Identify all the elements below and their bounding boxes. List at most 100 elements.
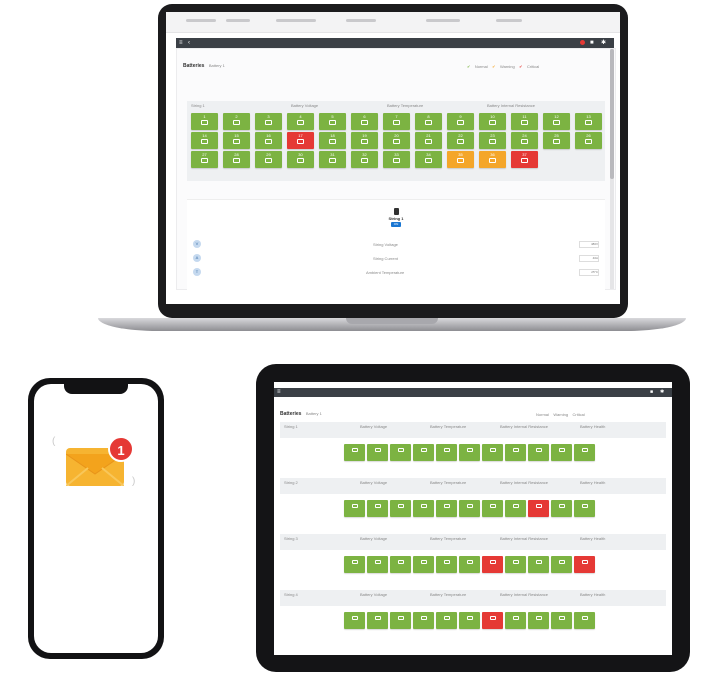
battery-cell[interactable]: 9	[447, 113, 474, 130]
battery-cell[interactable]: 4	[287, 113, 314, 130]
battery-cell[interactable]: 7	[383, 113, 410, 130]
battery-cell[interactable]: 36	[479, 151, 506, 168]
battery-cell[interactable]	[459, 500, 480, 517]
battery-cell[interactable]	[482, 612, 503, 629]
battery-icon	[351, 448, 358, 452]
battery-cell[interactable]: 27	[191, 151, 218, 168]
battery-icon	[397, 616, 404, 620]
battery-cell[interactable]: 11	[511, 113, 538, 130]
battery-cell[interactable]	[344, 444, 365, 461]
battery-cell[interactable]: 15	[223, 132, 250, 149]
battery-cell[interactable]: 31	[319, 151, 346, 168]
battery-cell[interactable]	[528, 612, 549, 629]
battery-cell[interactable]: 23	[479, 132, 506, 149]
battery-cell[interactable]	[505, 556, 526, 573]
scrollbar-thumb[interactable]	[610, 49, 614, 179]
battery-cell[interactable]	[413, 500, 434, 517]
battery-cell[interactable]	[459, 556, 480, 573]
battery-icon	[420, 448, 427, 452]
battery-cell[interactable]	[367, 612, 388, 629]
battery-cell[interactable]: 18	[319, 132, 346, 149]
battery-cell[interactable]	[413, 612, 434, 629]
battery-cell[interactable]	[574, 612, 595, 629]
notification-icon[interactable]: ■	[590, 40, 596, 46]
battery-cell[interactable]	[528, 556, 549, 573]
battery-cell[interactable]	[344, 500, 365, 517]
battery-icon	[558, 616, 565, 620]
battery-cell[interactable]	[482, 444, 503, 461]
detail-badge[interactable]: ON	[391, 222, 401, 227]
battery-cell[interactable]	[459, 612, 480, 629]
battery-cell[interactable]: 5	[319, 113, 346, 130]
battery-cell[interactable]: 33	[383, 151, 410, 168]
battery-cell[interactable]	[390, 556, 411, 573]
battery-cell[interactable]	[436, 612, 457, 629]
battery-cell[interactable]	[482, 556, 503, 573]
battery-cell[interactable]	[482, 500, 503, 517]
battery-cell[interactable]	[505, 444, 526, 461]
battery-cell[interactable]	[574, 556, 595, 573]
scrollbar[interactable]	[610, 49, 614, 289]
battery-cell[interactable]: 1	[191, 113, 218, 130]
battery-cell[interactable]: 16	[255, 132, 282, 149]
battery-cell[interactable]	[574, 444, 595, 461]
battery-cell[interactable]	[390, 500, 411, 517]
battery-cell[interactable]	[367, 444, 388, 461]
battery-cell[interactable]	[436, 556, 457, 573]
battery-cell[interactable]: 3	[255, 113, 282, 130]
battery-cell[interactable]: 34	[415, 151, 442, 168]
battery-cell[interactable]: 22	[447, 132, 474, 149]
battery-cell[interactable]: 26	[575, 132, 602, 149]
battery-cell[interactable]: 21	[415, 132, 442, 149]
settings-icon[interactable]: ✱	[601, 40, 607, 46]
battery-cell[interactable]	[574, 500, 595, 517]
battery-cell[interactable]: 2	[223, 113, 250, 130]
battery-cell[interactable]	[505, 500, 526, 517]
battery-cell[interactable]	[551, 444, 572, 461]
battery-cell[interactable]: 13	[575, 113, 602, 130]
battery-cell[interactable]	[390, 444, 411, 461]
battery-cell[interactable]	[551, 556, 572, 573]
battery-cell[interactable]	[390, 612, 411, 629]
battery-cell[interactable]: 25	[543, 132, 570, 149]
battery-cell[interactable]: 29	[255, 151, 282, 168]
menu-icon[interactable]: ≡	[277, 389, 281, 395]
battery-cell[interactable]	[413, 444, 434, 461]
tablet-screen: ≡ ■ ✱ Batteries Battery 1 Normal Warning…	[274, 382, 672, 655]
battery-cell[interactable]: 28	[223, 151, 250, 168]
battery-cell[interactable]	[436, 444, 457, 461]
battery-cell[interactable]	[344, 612, 365, 629]
battery-cell[interactable]: 14	[191, 132, 218, 149]
alert-dot-icon[interactable]	[580, 40, 585, 45]
battery-cell[interactable]: 19	[351, 132, 378, 149]
battery-cell[interactable]: 24	[511, 132, 538, 149]
battery-cell[interactable]	[551, 612, 572, 629]
battery-cell[interactable]: 30	[287, 151, 314, 168]
settings-icon[interactable]: ✱	[660, 389, 664, 395]
menu-icon[interactable]: ≡	[179, 40, 185, 46]
battery-cell[interactable]	[551, 500, 572, 517]
battery-cell[interactable]	[413, 556, 434, 573]
battery-icon	[201, 120, 208, 125]
battery-cell[interactable]: 35	[447, 151, 474, 168]
battery-cell[interactable]	[528, 444, 549, 461]
battery-cell[interactable]: 37	[511, 151, 538, 168]
battery-cell[interactable]: 20	[383, 132, 410, 149]
battery-cell[interactable]	[459, 444, 480, 461]
battery-cell[interactable]	[528, 500, 549, 517]
battery-cell[interactable]: 8	[415, 113, 442, 130]
notification-icon[interactable]: ■	[650, 389, 653, 395]
battery-cell[interactable]: 32	[351, 151, 378, 168]
battery-icon	[374, 616, 381, 620]
battery-cell[interactable]: 10	[479, 113, 506, 130]
back-icon[interactable]: ‹	[188, 40, 194, 46]
battery-cell[interactable]	[367, 556, 388, 573]
battery-cell[interactable]	[344, 556, 365, 573]
battery-cell[interactable]	[436, 500, 457, 517]
battery-cell[interactable]	[367, 500, 388, 517]
battery-cell[interactable]: 17	[287, 132, 314, 149]
battery-cell-number: 1	[203, 114, 206, 119]
battery-cell[interactable]: 6	[351, 113, 378, 130]
battery-cell[interactable]: 12	[543, 113, 570, 130]
battery-cell[interactable]	[505, 612, 526, 629]
